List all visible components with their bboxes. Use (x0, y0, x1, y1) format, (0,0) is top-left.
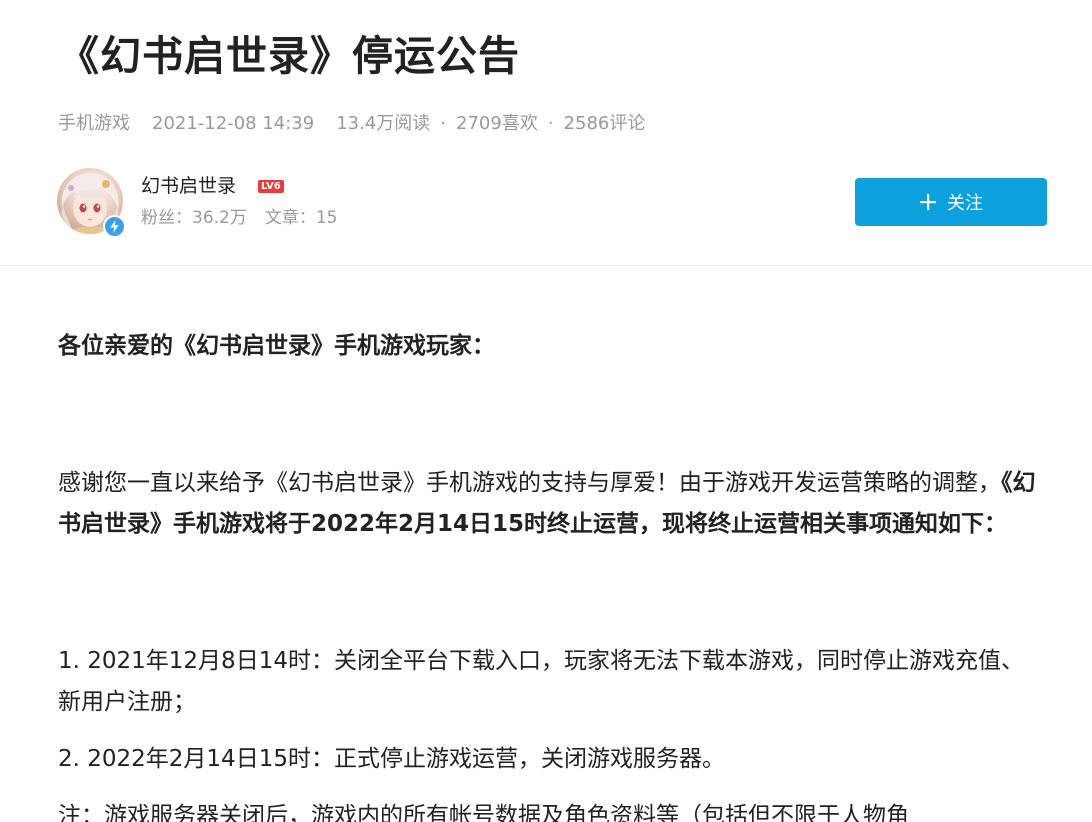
article-comments[interactable]: 2586评论 (564, 110, 646, 138)
article-title: 《幻书启世录》停运公告 (58, 32, 520, 80)
article-body: 各位亲爱的《幻书启世录》手机游戏玩家： 感谢您一直以来给予《幻书启世录》手机游戏… (58, 326, 1038, 822)
article-page: 《幻书启世录》停运公告 手机游戏 2021-12-08 14:39 13.4万阅读 ·… (0, 0, 1092, 822)
meta-separator: · (440, 113, 447, 134)
intro-text: 感谢您一直以来给予《幻书启世录》手机游戏的支持与厚爱！由于游戏开发运营策略的调整… (58, 470, 1001, 496)
author-stats: 粉丝：36.2万 文章：15 (141, 205, 338, 231)
author-name[interactable]: 幻书启世录 (141, 172, 236, 200)
article-datetime: 2021-12-08 14:39 (152, 113, 315, 134)
fans-count: 粉丝：36.2万 (141, 208, 247, 228)
notice-item-2: 2. 2022年2月14日15时：正式停止游戏运营，关闭游戏服务器。 (58, 746, 725, 772)
meta-separator: · (547, 113, 554, 134)
header-divider (0, 265, 1092, 266)
level-badge: LV6 (258, 180, 284, 193)
notice-note: 注：游戏服务器关闭后，游戏内的所有帐号数据及角色资料等（包括但不限于人物角 (58, 803, 909, 822)
articles-count: 文章：15 (264, 208, 338, 228)
plus-icon (919, 193, 937, 211)
intro-paragraph: 感谢您一直以来给予《幻书启世录》手机游戏的支持与厚爱！由于游戏开发运营策略的调整… (58, 463, 1038, 545)
article-reads: 13.4万阅读 (336, 113, 431, 134)
follow-button[interactable]: 关注 (855, 178, 1047, 226)
follow-button-label: 关注 (947, 193, 983, 214)
article-category[interactable]: 手机游戏 (58, 110, 130, 138)
article-meta: 手机游戏 2021-12-08 14:39 13.4万阅读 · 2709喜欢 · 2586评… (58, 110, 645, 138)
article-likes: 2709喜欢 (456, 113, 538, 134)
greeting-paragraph: 各位亲爱的《幻书启世录》手机游戏玩家： (58, 333, 495, 359)
verified-badge-lightning-icon (103, 215, 126, 238)
notice-item-1: 1. 2021年12月8日14时：关闭全平台下载入口，玩家将无法下载本游戏，同时… (58, 648, 1024, 715)
